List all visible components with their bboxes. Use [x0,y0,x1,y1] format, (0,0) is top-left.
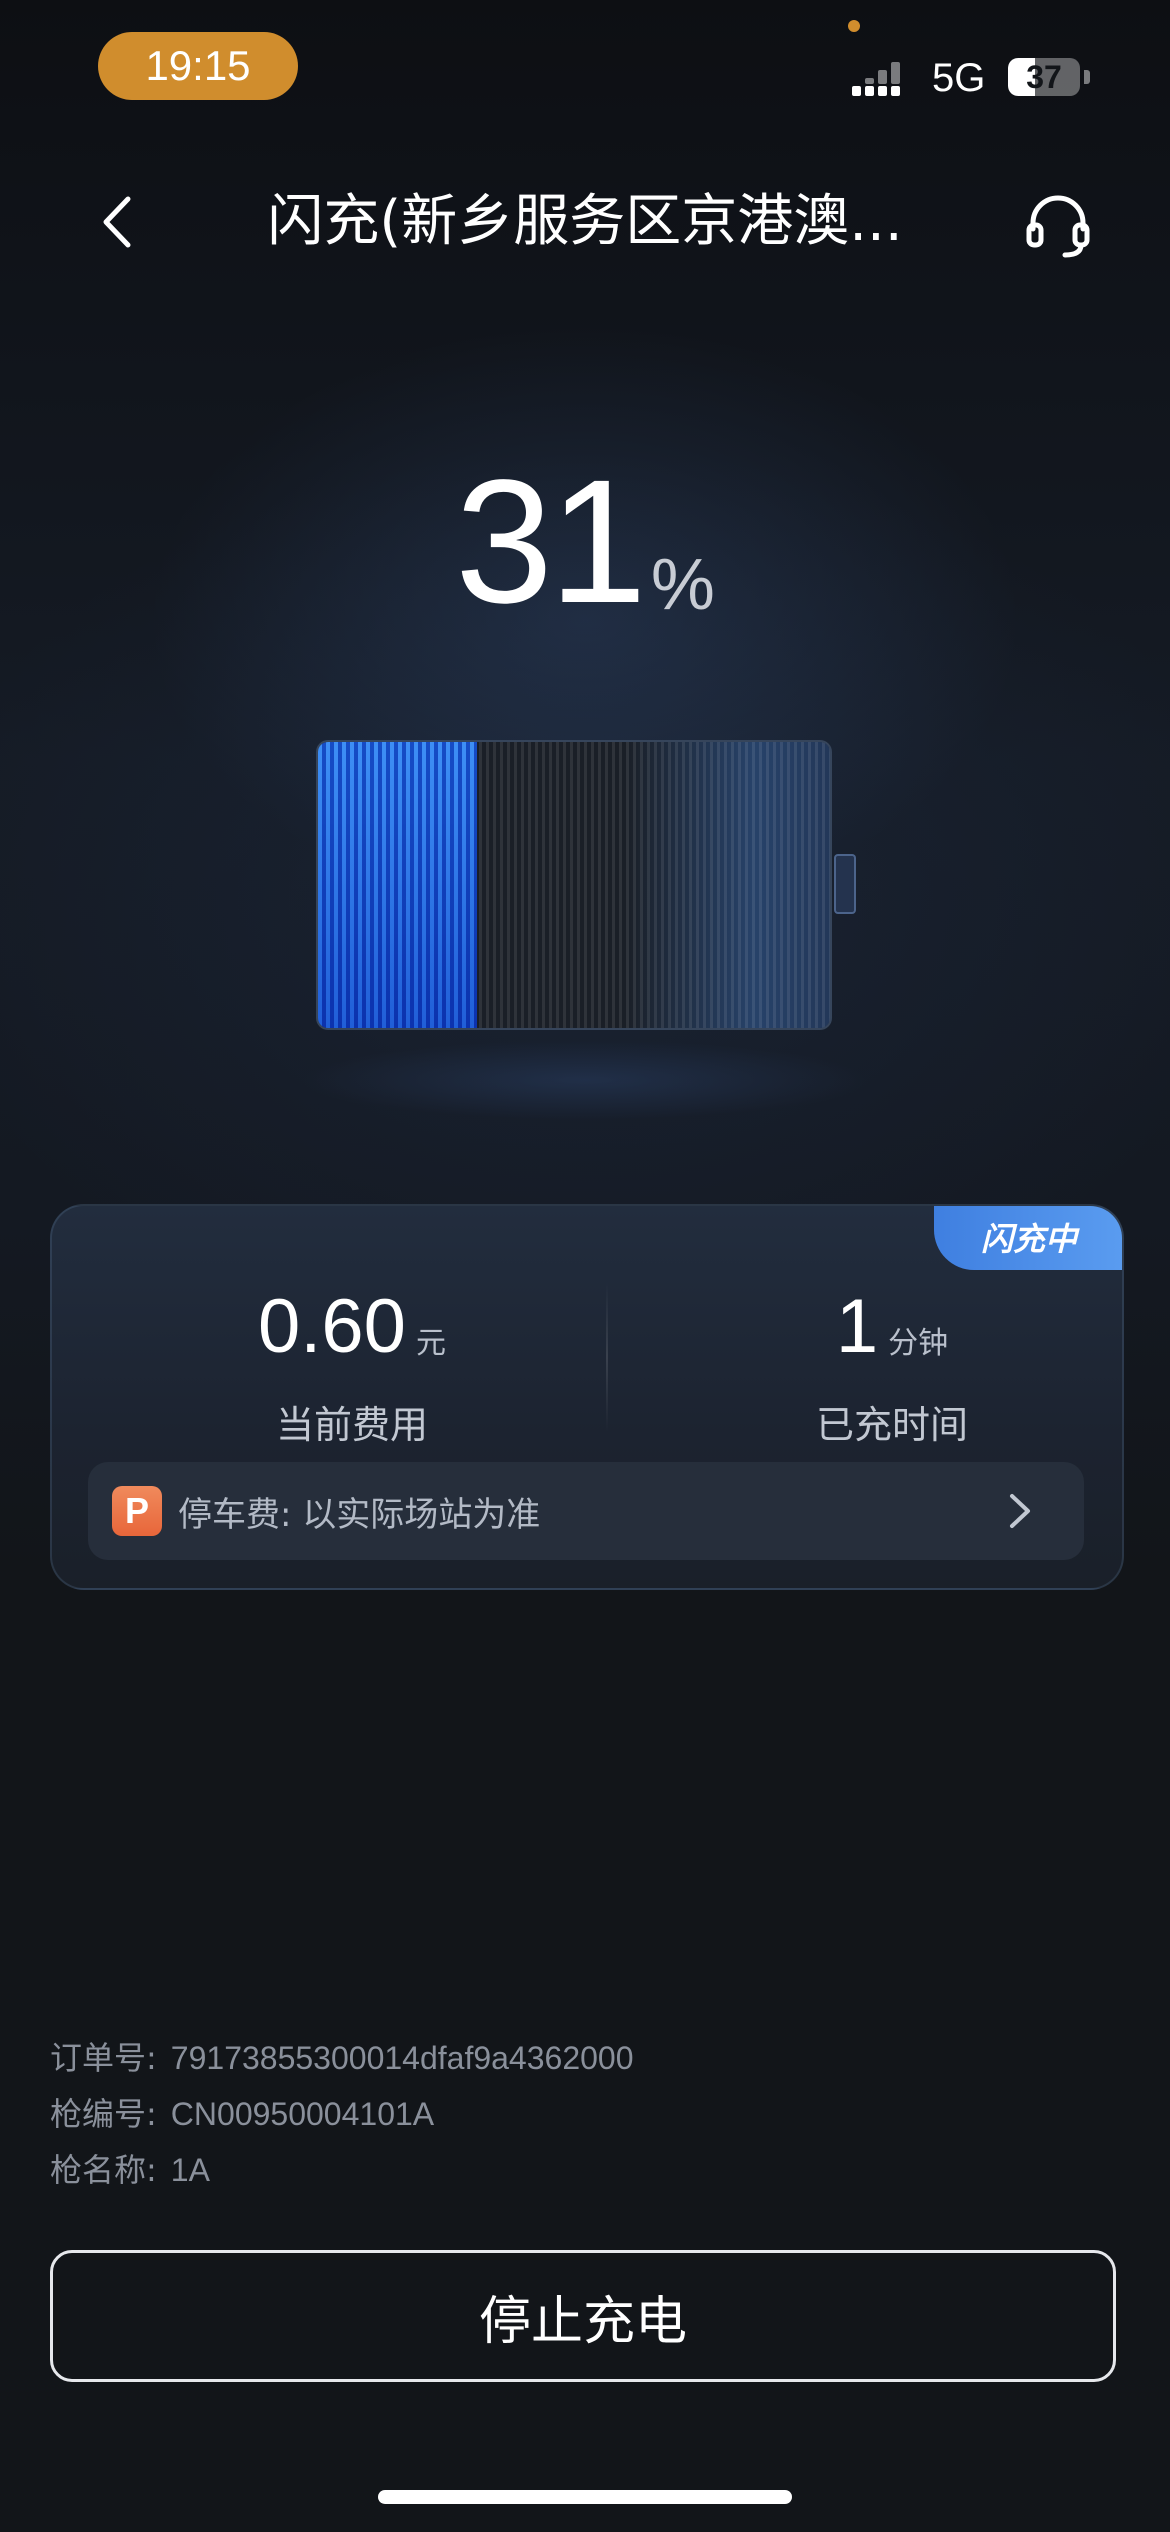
gun-name-value: 1A [170,2152,210,2188]
time-label: 已充时间 [815,1403,968,1447]
gun-name-label: 枪名称: [50,2151,157,2189]
order-number-row: 订单号: 79173855300014dfaf9a4362000 [50,2030,1050,2086]
gun-name-row: 枪名称: 1A [50,2142,1050,2198]
battery-icon: 37 [1008,58,1092,96]
cost-unit: 元 [415,1326,446,1361]
cost-value: 0.60 [258,1284,406,1369]
parking-icon: P [112,1486,162,1536]
soc-value: 31 [455,444,647,640]
time-unit: 分钟 [888,1326,949,1361]
soc-unit: % [650,545,715,625]
order-number-value: 79173855300014dfaf9a4362000 [170,2040,634,2076]
chevron-left-icon [103,196,131,248]
headset-icon [1026,195,1090,258]
charging-info-card: 闪充中 0.60 元 当前费用 1 分钟 已充时间 P 停车费: 以实际场站为准 [50,1204,1124,1590]
network-label: 5G [932,56,986,100]
customer-service-button[interactable] [1018,186,1098,266]
stop-charging-button[interactable]: 停止充电 [50,2250,1116,2382]
chevron-right-icon [1010,1494,1030,1528]
battery-percent: 37 [1026,59,1062,95]
gun-number-value: CN00950004101A [170,2096,435,2132]
card-divider [606,1282,608,1432]
signal-icon [852,62,900,96]
battery-terminal [834,854,856,914]
privacy-indicator-dot [848,20,860,32]
gun-number-label: 枪编号: [50,2095,157,2133]
order-info: 订单号: 79173855300014dfaf9a4362000 枪编号: CN00… [50,2030,1050,2198]
charged-time: 1 分钟 已充时间 [662,1282,1122,1449]
parking-fee-text: 停车费: 以实际场站为准 [178,1494,541,1535]
soc-display: 31 % [0,430,1170,630]
page-title: 闪充(新乡服务区京港澳... [267,189,903,254]
cost-label: 当前费用 [275,1403,428,1447]
home-indicator[interactable] [378,2490,792,2504]
battery-level-fill [318,742,477,1028]
charging-battery-graphic [316,740,832,1030]
back-button[interactable] [86,186,146,258]
gun-number-row: 枪编号: CN00950004101A [50,2086,1050,2142]
parking-fee-row[interactable]: P 停车费: 以实际场站为准 [88,1462,1084,1560]
status-time: 19:15 [98,32,298,100]
order-number-label: 订单号: [50,2039,157,2077]
status-badge: 闪充中 [934,1206,1122,1270]
time-value: 1 [835,1284,879,1369]
current-cost: 0.60 元 当前费用 [122,1282,582,1449]
battery-glow [300,1040,870,1120]
charging-screen: 19:15 5G 37 闪充(新乡服务区京港澳... 31 % 闪充中 0.60… [0,0,1170,2532]
